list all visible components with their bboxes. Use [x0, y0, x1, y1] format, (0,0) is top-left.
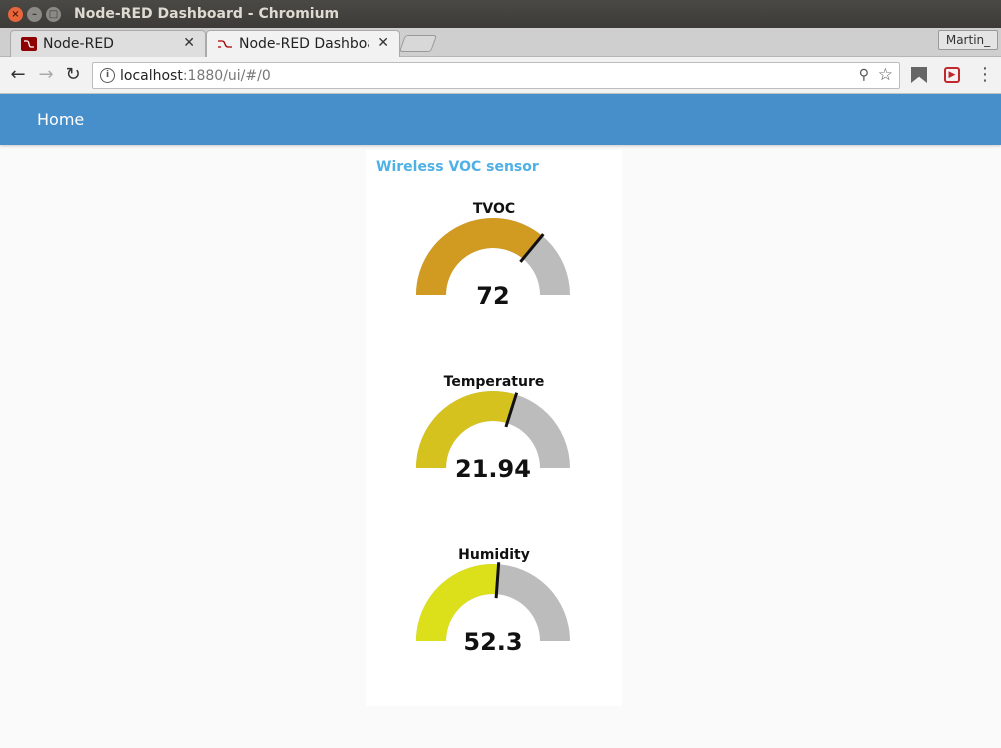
browser-toolbar: ← → ↻ i localhost:1880/ui/#/0 ⚲ ☆ ▶ ⋮ [0, 57, 1001, 94]
page-title: Home [37, 110, 85, 129]
new-tab-button[interactable] [398, 35, 438, 52]
tab-label: Node-RED Dashboard [239, 36, 369, 52]
node-red-icon [21, 37, 37, 51]
extension-icon[interactable] [911, 67, 927, 83]
reload-icon[interactable]: ↻ [63, 65, 83, 85]
url-text[interactable]: localhost:1880/ui/#/0 [120, 68, 271, 84]
window-title: Node-RED Dashboard - Chromium [74, 6, 340, 22]
forward-arrow-icon[interactable]: → [36, 65, 56, 85]
gauge-value: 72 [476, 282, 509, 310]
gauge-value: 21.94 [455, 455, 531, 483]
gauge-tvoc: TVOC 72ppb0100 [366, 150, 622, 320]
tab-strip: Node-RED ✕ Node-RED Dashboard ✕ Martin_ [0, 28, 1001, 58]
url-host: localhost [120, 68, 183, 84]
window-titlebar: × – □ Node-RED Dashboard - Chromium [0, 0, 1001, 28]
tab-node-red[interactable]: Node-RED ✕ [10, 30, 206, 57]
address-bar[interactable]: i localhost:1880/ui/#/0 ⚲ ☆ [92, 62, 900, 89]
profile-button[interactable]: Martin_ [938, 30, 998, 50]
gauge-svg: 52.3%0100 [416, 562, 570, 656]
zoom-icon[interactable]: ⚲ [859, 67, 869, 83]
gauge-svg: 72ppb0100 [416, 218, 570, 310]
gauge-svg: 21.94°C1030 [416, 391, 570, 483]
close-tab-icon[interactable]: ✕ [377, 35, 389, 51]
window-close-button[interactable]: × [8, 7, 23, 22]
node-red-dashboard-icon [218, 40, 232, 48]
back-arrow-icon[interactable]: ← [8, 65, 28, 85]
dashboard-header: Home [0, 94, 1001, 145]
sensor-group-card: Wireless VOC sensor TVOC 72ppb0100 Tempe… [366, 150, 622, 706]
url-path: :1880/ui/#/0 [182, 68, 271, 84]
gauge-temperature: Temperature 21.94°C1030 [366, 323, 622, 493]
window-maximize-button[interactable]: □ [46, 7, 61, 22]
close-tab-icon[interactable]: ✕ [183, 35, 195, 51]
window-minimize-button[interactable]: – [27, 7, 42, 22]
extension-red-icon[interactable]: ▶ [944, 67, 960, 83]
tab-node-red-dashboard[interactable]: Node-RED Dashboard ✕ [206, 30, 400, 58]
browser-menu-icon[interactable]: ⋮ [976, 64, 994, 85]
bookmark-star-icon[interactable]: ☆ [878, 65, 893, 85]
tab-label: Node-RED [43, 36, 114, 52]
info-icon[interactable]: i [100, 68, 115, 83]
gauge-humidity: Humidity 52.3%0100 [366, 496, 622, 666]
gauge-value: 52.3 [463, 628, 522, 656]
